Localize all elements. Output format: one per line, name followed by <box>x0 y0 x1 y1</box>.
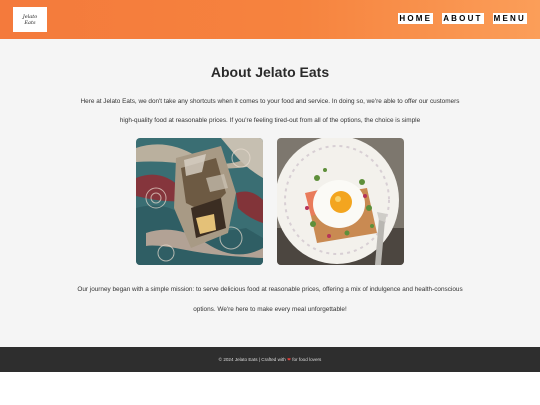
nav-menu[interactable]: MENU <box>492 13 527 24</box>
footer-text-start: © 2024 Jelato Eats | Crafted with <box>218 357 286 362</box>
site-header: Jelato Eats HOME ABOUT MENU <box>0 0 540 39</box>
footer-text-end: for food lovers <box>292 357 322 362</box>
journey-text-line-1: Our journey began with a simple mission:… <box>77 286 463 293</box>
nav-home[interactable]: HOME <box>398 13 434 24</box>
intro-text-line-2: high-quality food at reasonable prices. … <box>119 117 421 124</box>
site-footer: © 2024 Jelato Eats | Crafted with ❤ for … <box>0 347 540 372</box>
nav-about[interactable]: ABOUT <box>442 13 484 24</box>
about-section <box>0 39 540 347</box>
intro-text-line-1: Here at Jelato Eats, we don't take any s… <box>80 98 460 105</box>
page: Jelato Eats HOME ABOUT MENU About Jelato… <box>0 0 540 405</box>
food-photo-fried-egg <box>277 138 404 265</box>
page-title: About Jelato Eats <box>210 64 330 80</box>
heart-icon: ❤ <box>287 357 291 362</box>
journey-text-line-2: options. We're here to make every meal u… <box>193 306 347 313</box>
main-nav: HOME ABOUT MENU <box>398 13 527 24</box>
food-photo-wrapped-meal <box>136 138 263 265</box>
page-bottom-blank <box>0 372 540 405</box>
logo[interactable]: Jelato Eats <box>13 7 47 32</box>
logo-text: Jelato Eats <box>22 13 38 26</box>
